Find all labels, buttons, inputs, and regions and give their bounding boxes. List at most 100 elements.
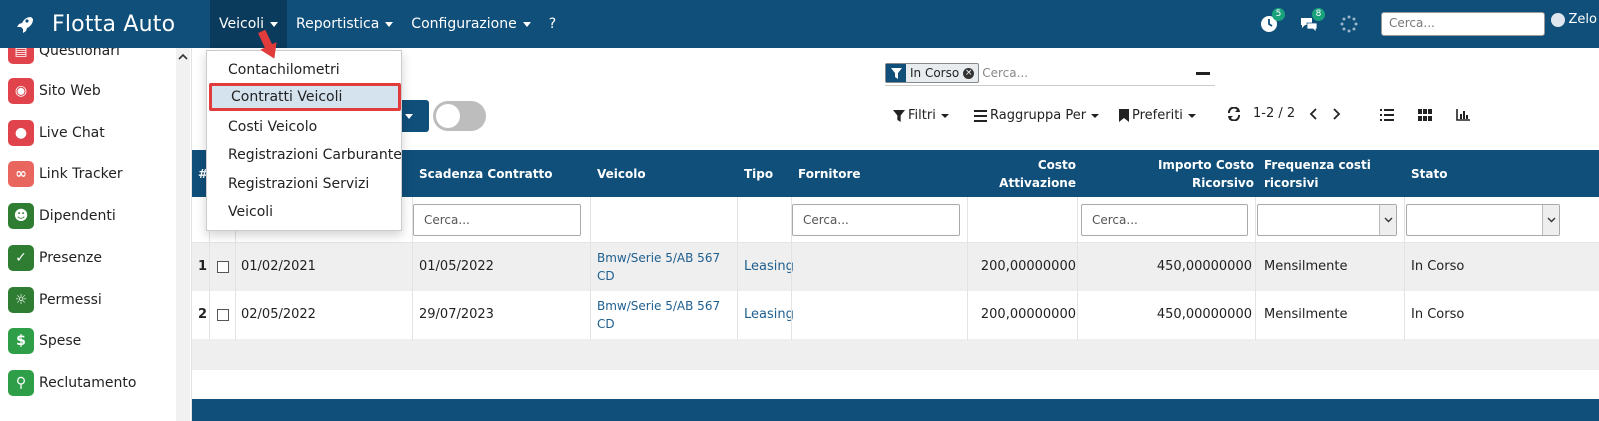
column-header-costo-attivazione[interactable]: Costo Attivazione xyxy=(972,150,1076,197)
caret-down-icon xyxy=(1091,113,1100,118)
caret-down-icon xyxy=(405,114,413,119)
menu-label: Reportistica xyxy=(296,16,380,32)
top-right-area: 5 8 Cerca... xyxy=(1249,0,1599,48)
user-check-icon: ✓ xyxy=(8,245,34,271)
column-header-scadenza[interactable]: Scadenza Contratto xyxy=(419,150,552,197)
filter-placeholder: Cerca... xyxy=(803,213,849,227)
group-by-label: Raggruppa Per xyxy=(990,108,1087,123)
search-bar[interactable]: In Corso × Cerca... xyxy=(885,62,1028,84)
create-dropdown-button[interactable] xyxy=(401,100,429,132)
column-header-importo[interactable]: Importo Costo Ricorsivo xyxy=(1092,150,1254,197)
sidebar-item-presenze[interactable]: ✓ Presenze xyxy=(8,243,102,273)
table-empty-row xyxy=(192,339,1599,370)
sidebar-item-label: Live Chat xyxy=(39,125,105,141)
cell-stato: In Corso xyxy=(1411,259,1465,274)
view-switcher xyxy=(1380,108,1494,122)
sidebar: ▤ Questionari ◉ Sito Web ● Live Chat ∞ L… xyxy=(0,48,192,421)
cell-scadenza: 29/07/2023 xyxy=(419,307,494,322)
sidebar-item-permessi[interactable]: ☼ Permessi xyxy=(8,285,102,315)
graph-view-icon[interactable] xyxy=(1456,108,1470,122)
column-header-tipo[interactable]: Tipo xyxy=(744,150,773,197)
favorites-button[interactable]: Preferiti xyxy=(1119,108,1196,123)
collapse-icon[interactable] xyxy=(1196,72,1210,75)
search-input[interactable]: Cerca... xyxy=(982,66,1028,80)
menu-item-registrazioni-servizi[interactable]: Registrazioni Servizi xyxy=(207,170,403,198)
column-header-veicolo[interactable]: Veicolo xyxy=(597,150,646,197)
cell-costo-attivazione: 200,00000000 xyxy=(980,259,1076,274)
importo-filter-input[interactable]: Cerca... xyxy=(1081,204,1248,236)
list-view-icon[interactable] xyxy=(1380,108,1394,122)
search-placeholder: Cerca... xyxy=(1389,16,1435,30)
sidebar-item-live-chat[interactable]: ● Live Chat xyxy=(8,118,105,148)
facet-label: In Corso xyxy=(910,66,960,80)
sidebar-item-sito-web[interactable]: ◉ Sito Web xyxy=(8,76,101,106)
bookmark-icon xyxy=(1119,109,1129,122)
column-header-stato[interactable]: Stato xyxy=(1411,150,1447,197)
filters-button[interactable]: Filtri xyxy=(893,108,949,123)
sidebar-item-spese[interactable]: $ Spese xyxy=(8,326,81,356)
list-icon xyxy=(974,109,987,122)
table-row[interactable]: 1 01/02/2021 01/05/2022 Bmw/Serie 5/AB 5… xyxy=(192,243,1599,291)
row-number: 1 xyxy=(198,259,208,274)
table-row[interactable]: 2 02/05/2022 29/07/2023 Bmw/Serie 5/AB 5… xyxy=(192,291,1599,339)
user-menu[interactable]: Zelo xyxy=(1550,12,1597,27)
app-brand[interactable]: Flotta Auto xyxy=(0,0,210,48)
cell-tipo-link[interactable]: Leasing xyxy=(744,243,794,291)
caret-down-icon xyxy=(522,21,531,27)
table-filter-row: Cerca... Cerca... Cerca... xyxy=(192,197,1599,243)
link-icon: ∞ xyxy=(8,161,34,187)
chevron-left-icon[interactable] xyxy=(1309,107,1319,120)
menu-item-veicoli[interactable]: Veicoli xyxy=(207,198,403,226)
menu-configurazione[interactable]: Configurazione xyxy=(402,0,539,48)
remove-facet-icon[interactable]: × xyxy=(963,67,975,79)
sidebar-item-label: Spese xyxy=(39,333,82,349)
cell-veicolo-link[interactable]: Bmw/Serie 5/AB 567 CD xyxy=(597,291,733,339)
spinner-icon xyxy=(1340,15,1358,33)
menu-reportistica[interactable]: Reportistica xyxy=(287,0,402,48)
sidebar-item-reclutamento[interactable]: ⚲ Reclutamento xyxy=(8,368,136,398)
cell-tipo-link[interactable]: Leasing xyxy=(744,291,794,339)
pager-value[interactable]: 1-2 / 2 xyxy=(1253,106,1295,121)
menu-item-contratti-veicoli[interactable]: Contratti Veicoli xyxy=(209,83,401,111)
cell-veicolo-link[interactable]: Bmw/Serie 5/AB 567 CD xyxy=(597,243,733,291)
checkbox-icon xyxy=(217,261,229,273)
chevron-right-icon[interactable] xyxy=(1331,107,1341,120)
menu-help[interactable]: ? xyxy=(540,0,565,48)
row-checkbox[interactable] xyxy=(217,291,229,339)
group-by-button[interactable]: Raggruppa Per xyxy=(974,108,1100,123)
filter-facet[interactable]: In Corso × xyxy=(885,63,980,83)
refresh-icon[interactable] xyxy=(1227,106,1241,121)
row-checkbox[interactable] xyxy=(217,243,229,291)
messages-button[interactable]: 8 xyxy=(1297,8,1325,36)
table-footer xyxy=(192,399,1599,421)
sidebar-item-link-tracker[interactable]: ∞ Link Tracker xyxy=(8,159,123,189)
survey-icon: ▤ xyxy=(8,48,34,64)
chevron-down-icon xyxy=(1542,205,1559,235)
sidebar-item-label: Questionari xyxy=(39,48,120,59)
menu-item-contachilometri[interactable]: Contachilometri xyxy=(207,56,403,84)
sidebar-item-questionari[interactable]: ▤ Questionari xyxy=(8,48,120,66)
column-divider xyxy=(590,197,591,340)
chat-icon: ● xyxy=(8,120,34,146)
caret-down-icon xyxy=(1187,113,1196,118)
menu-item-costi-veicolo[interactable]: Costi Veicolo xyxy=(207,113,403,141)
toggle-switch[interactable] xyxy=(433,101,486,131)
sidebar-item-dipendenti[interactable]: ☻ Dipendenti xyxy=(8,201,116,231)
people-icon: ☻ xyxy=(8,203,34,229)
global-search-input[interactable]: Cerca... xyxy=(1381,12,1545,36)
activity-button[interactable]: 5 xyxy=(1257,8,1285,36)
column-header-frequenza[interactable]: Frequenza costi ricorsivi xyxy=(1264,150,1394,197)
column-divider xyxy=(1255,197,1256,340)
scadenza-filter-input[interactable]: Cerca... xyxy=(413,204,581,236)
sidebar-item-label: Presenze xyxy=(39,250,102,266)
menu-item-registrazioni-carburante[interactable]: Registrazioni Carburante xyxy=(207,141,403,169)
frequenza-filter-select[interactable] xyxy=(1257,204,1397,236)
table-header: # Scadenza Contratto Veicolo Tipo Fornit… xyxy=(192,150,1599,197)
sidebar-scrollbar[interactable] xyxy=(176,48,190,421)
chevron-up-icon[interactable] xyxy=(178,52,188,62)
stato-filter-select[interactable] xyxy=(1406,204,1560,236)
fornitore-filter-input[interactable]: Cerca... xyxy=(792,204,960,236)
column-header-fornitore[interactable]: Fornitore xyxy=(798,150,861,197)
checkbox-icon xyxy=(217,309,229,321)
kanban-view-icon[interactable] xyxy=(1418,108,1432,122)
